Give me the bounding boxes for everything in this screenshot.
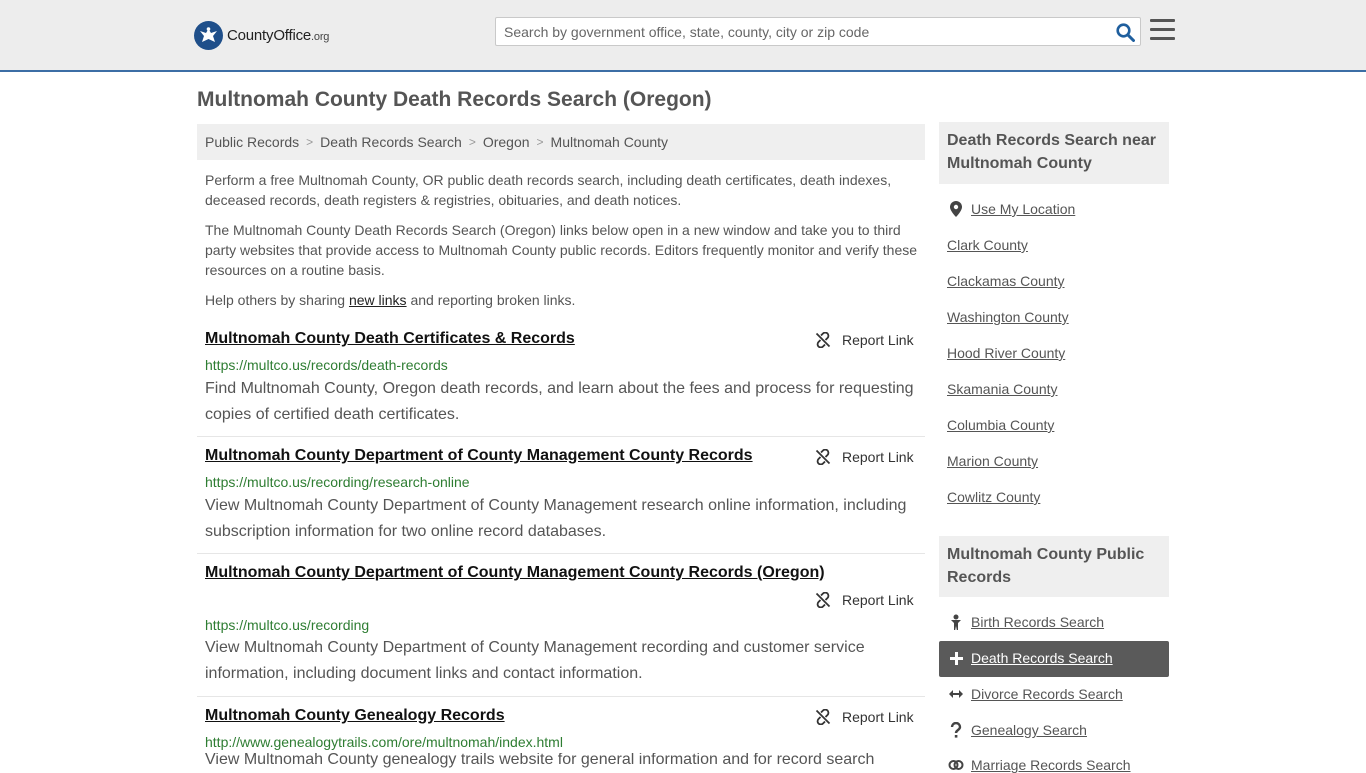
nearby-county-link[interactable]: Clark County: [947, 237, 1028, 253]
breadcrumb: Public Records > Death Records Search > …: [197, 124, 925, 160]
site-logo[interactable]: CountyOffice.org: [194, 20, 329, 50]
share-paragraph: Help others by sharing new links and rep…: [205, 292, 576, 308]
breadcrumb-separator: >: [536, 135, 544, 149]
result-description: Find Multnomah County, Oregon death reco…: [205, 380, 914, 423]
result-description: View Multnomah County Department of Coun…: [205, 497, 907, 540]
broken-link-icon: [815, 332, 831, 348]
divider: [197, 696, 925, 697]
report-link[interactable]: Report Link: [815, 709, 914, 725]
breadcrumb-item-current[interactable]: Multnomah County: [551, 134, 669, 150]
death-records-link-active[interactable]: Death Records Search: [947, 650, 1113, 666]
cross-icon: [949, 651, 963, 665]
breadcrumb-item[interactable]: Oregon: [483, 134, 530, 150]
intro-paragraph: The Multnomah County Death Records Searc…: [205, 222, 918, 278]
report-link[interactable]: Report Link: [815, 592, 914, 608]
baby-icon: [951, 614, 961, 630]
report-link[interactable]: Report Link: [815, 332, 914, 348]
result-title-link[interactable]: Multnomah County Genealogy Records: [205, 707, 505, 725]
divorce-records-link[interactable]: Divorce Records Search: [947, 686, 1123, 702]
birth-records-link[interactable]: Birth Records Search: [947, 614, 1104, 630]
nearby-county-link[interactable]: Washington County: [947, 309, 1069, 325]
breadcrumb-separator: >: [468, 135, 476, 149]
broken-link-icon: [815, 592, 831, 608]
nearby-county-link[interactable]: Marion County: [947, 453, 1038, 469]
search-button[interactable]: [1115, 22, 1135, 42]
use-my-location-link[interactable]: Use My Location: [947, 201, 1075, 217]
hamburger-menu-icon[interactable]: [1150, 19, 1175, 41]
result-url: https://multco.us/records/death-records: [205, 357, 448, 373]
nearby-county-link[interactable]: Columbia County: [947, 417, 1054, 433]
breadcrumb-item[interactable]: Death Records Search: [320, 134, 462, 150]
breadcrumb-separator: >: [306, 135, 314, 149]
result-description: View Multnomah County Department of Coun…: [205, 639, 865, 682]
nearby-heading: Death Records Search near Multnomah Coun…: [939, 122, 1169, 184]
report-link[interactable]: Report Link: [815, 449, 914, 465]
result-title-link[interactable]: Multnomah County Department of County Ma…: [205, 447, 753, 465]
logo-text: CountyOffice.org: [227, 26, 330, 44]
search-icon: [1115, 22, 1135, 42]
result-url: https://multco.us/recording/research-onl…: [205, 474, 470, 490]
result-url: https://multco.us/recording: [205, 617, 370, 633]
result-description: View Multnomah County genealogy trails w…: [205, 753, 875, 768]
search-input[interactable]: [496, 18, 1106, 45]
divider: [197, 553, 925, 554]
intro-paragraph: Perform a free Multnomah County, OR publ…: [205, 172, 892, 208]
search-box: [495, 17, 1141, 46]
result-url: http://www.genealogytrails.com/ore/multn…: [205, 734, 563, 750]
broken-link-icon: [815, 449, 831, 465]
divider: [197, 436, 925, 437]
split-arrows-icon: [949, 690, 963, 698]
marriage-records-link[interactable]: Marriage Records Search: [947, 757, 1131, 773]
public-records-heading: Multnomah County Public Records: [939, 536, 1169, 597]
broken-link-icon: [815, 709, 831, 725]
site-header: CountyOffice.org: [0, 0, 1366, 72]
nearby-county-link[interactable]: Clackamas County: [947, 273, 1065, 289]
nearby-county-link[interactable]: Hood River County: [947, 345, 1065, 361]
nearby-county-link[interactable]: Skamania County: [947, 381, 1058, 397]
map-pin-icon: [950, 201, 962, 217]
breadcrumb-item[interactable]: Public Records: [205, 134, 299, 150]
new-links-link[interactable]: new links: [349, 292, 407, 308]
eagle-seal-icon: [194, 20, 223, 50]
result-title-link[interactable]: Multnomah County Death Certificates & Re…: [205, 330, 575, 348]
nearby-county-link[interactable]: Cowlitz County: [947, 489, 1040, 505]
rings-icon: [948, 760, 964, 770]
result-title-link[interactable]: Multnomah County Department of County Ma…: [205, 564, 825, 582]
question-icon: [950, 722, 962, 738]
page-title: Multnomah County Death Records Search (O…: [197, 88, 712, 111]
genealogy-search-link[interactable]: Genealogy Search: [947, 722, 1087, 738]
